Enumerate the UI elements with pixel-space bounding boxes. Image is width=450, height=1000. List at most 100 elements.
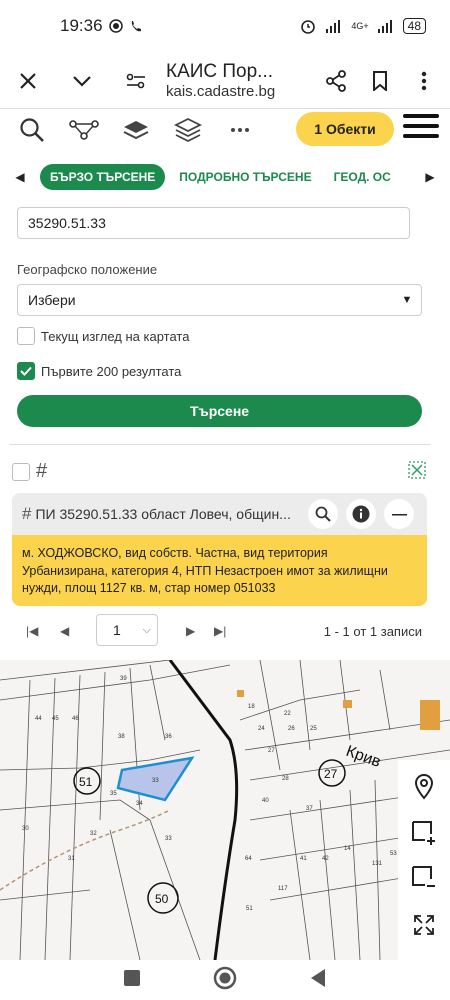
map-canvas: 39 44 45 46 38 36 33 34 35 32 31 30 33 40 28 27 26 2… (0, 660, 450, 960)
result-title: ПИ 35290.51.33 област Ловеч, общин... (35, 506, 291, 522)
svg-text:26: 26 (288, 726, 295, 732)
recents-icon[interactable] (123, 969, 141, 992)
page-number: 1 (113, 622, 121, 638)
tab-detailed-search[interactable]: ПОДРОБНО ТЪРСЕНЕ (171, 170, 319, 184)
chrome-divider (0, 108, 450, 109)
bookmark-icon[interactable] (358, 59, 402, 103)
search-icon[interactable] (12, 112, 52, 148)
zoom-search-icon[interactable] (308, 499, 339, 529)
fullscreen-icon[interactable] (404, 905, 444, 945)
home-icon[interactable] (213, 966, 237, 995)
current-view-checkbox[interactable] (17, 327, 35, 345)
cadastral-map[interactable]: 39 44 45 46 38 36 33 34 35 32 31 30 33 40 28 27 26 2… (0, 660, 450, 960)
chevron-down-icon[interactable] (60, 59, 104, 103)
svg-text:30: 30 (22, 826, 29, 832)
first-200-label: Първите 200 резултата (41, 363, 182, 379)
record-icon (108, 19, 123, 33)
close-icon[interactable] (6, 59, 50, 103)
alarm-icon (301, 20, 316, 34)
svg-text:33: 33 (152, 778, 159, 784)
grid-icon[interactable]: # (36, 460, 47, 483)
records-summary: 1 - 1 от 1 записи (323, 623, 422, 639)
add-area-icon[interactable] (404, 813, 444, 853)
select-all-checkbox[interactable] (12, 462, 30, 481)
svg-text:38: 38 (118, 734, 125, 740)
tabs-scroll-right-icon[interactable]: ▶ (410, 170, 450, 184)
geo-position-select[interactable]: Избери ▼ (17, 284, 422, 316)
checkmark-icon (20, 366, 32, 376)
page-chevron-icon: ⌵ (142, 623, 151, 636)
svg-text:25: 25 (310, 726, 317, 732)
browser-bar: КАИС Пор... kais.cadastre.bg (0, 52, 450, 110)
svg-text:44: 44 (35, 716, 42, 722)
info-icon[interactable] (346, 499, 377, 529)
map-region-label: 51 (79, 775, 93, 789)
results-divider (10, 444, 430, 445)
search-submit-button[interactable]: Търсене (17, 395, 422, 427)
svg-text:27: 27 (268, 748, 275, 754)
svg-text:35: 35 (110, 791, 117, 797)
tab-quick-search[interactable]: БЪРЗО ТЪРСЕНЕ (40, 164, 166, 190)
pagination: |◀ ◀ 1 ⌵ ▶ ▶| 1 - 1 от 1 записи (0, 614, 450, 648)
svg-text:33: 33 (165, 836, 172, 842)
svg-text:42: 42 (322, 856, 329, 862)
route-icon[interactable] (64, 112, 104, 148)
network-type: 4G+ (351, 21, 369, 31)
search-input[interactable]: 35290.51.33 (17, 207, 410, 239)
current-view-row[interactable]: Текущ изглед на картата (17, 327, 189, 345)
dropdown-arrow-icon: ▼ (401, 294, 413, 306)
svg-text:37: 37 (306, 806, 313, 812)
system-nav-bar (0, 960, 450, 1000)
site-settings-icon[interactable] (114, 59, 158, 103)
svg-text:36: 36 (165, 734, 172, 740)
first-200-checkbox[interactable] (17, 362, 35, 380)
layers-outline-icon[interactable] (168, 112, 208, 148)
back-icon[interactable] (309, 968, 327, 993)
page-select[interactable]: 1 ⌵ (96, 614, 158, 646)
more-horiz-icon[interactable] (220, 112, 260, 148)
geo-position-value: Избери (28, 292, 76, 308)
result-header[interactable]: # ПИ 35290.51.33 област Ловеч, общин... … (12, 493, 427, 535)
svg-text:45: 45 (52, 716, 59, 722)
svg-text:18: 18 (248, 704, 255, 710)
svg-text:39: 39 (120, 676, 127, 682)
svg-text:64: 64 (245, 856, 252, 862)
hamburger-menu-icon[interactable] (403, 114, 439, 144)
svg-text:117: 117 (278, 886, 288, 892)
layers-filled-icon[interactable] (116, 112, 156, 148)
svg-text:51: 51 (246, 906, 253, 912)
page-title-box[interactable]: КАИС Пор... kais.cadastre.bg (166, 61, 314, 102)
svg-text:34: 34 (136, 801, 143, 807)
result-details: м. ХОДЖОВСКО, вид собств. Частна, вид те… (12, 535, 427, 606)
svg-text:131: 131 (372, 861, 383, 867)
svg-text:41: 41 (300, 856, 307, 862)
search-tabs: ◀ БЪРЗО ТЪРСЕНЕ ПОДРОБНО ТЪРСЕНЕ ГЕОД. О… (0, 160, 450, 194)
page-title: КАИС Пор... (166, 60, 274, 82)
share-icon[interactable] (314, 59, 358, 103)
zoom-to-all-icon[interactable] (408, 461, 426, 484)
signal-icon (326, 20, 341, 33)
svg-text:24: 24 (258, 726, 265, 732)
collapse-minus-icon[interactable]: — (384, 499, 415, 529)
battery-indicator: 48 (402, 18, 426, 34)
svg-text:46: 46 (72, 716, 79, 722)
first-200-row[interactable]: Първите 200 резултата (17, 362, 181, 380)
next-page-icon[interactable]: ▶ (186, 624, 195, 638)
first-page-icon[interactable]: |◀ (26, 624, 38, 638)
remove-area-icon[interactable] (404, 858, 444, 898)
objects-button[interactable]: 1 Обекти (296, 112, 394, 146)
location-pin-icon[interactable] (404, 767, 444, 807)
last-page-icon[interactable]: ▶| (214, 624, 226, 638)
svg-text:28: 28 (282, 776, 289, 782)
svg-text:40: 40 (262, 798, 269, 804)
svg-text:53: 53 (390, 851, 397, 857)
page-url: kais.cadastre.bg (166, 83, 276, 101)
tab-geodetic[interactable]: ГЕОД. ОС (326, 170, 399, 184)
status-notification-icons (108, 19, 143, 33)
more-vert-icon[interactable] (402, 59, 446, 103)
results-toolbar: # (12, 460, 47, 483)
map-region-label: 27 (324, 767, 338, 781)
prev-page-icon[interactable]: ◀ (60, 624, 69, 638)
tabs-scroll-left-icon[interactable]: ◀ (0, 170, 40, 184)
current-view-label: Текущ изглед на картата (41, 328, 190, 344)
